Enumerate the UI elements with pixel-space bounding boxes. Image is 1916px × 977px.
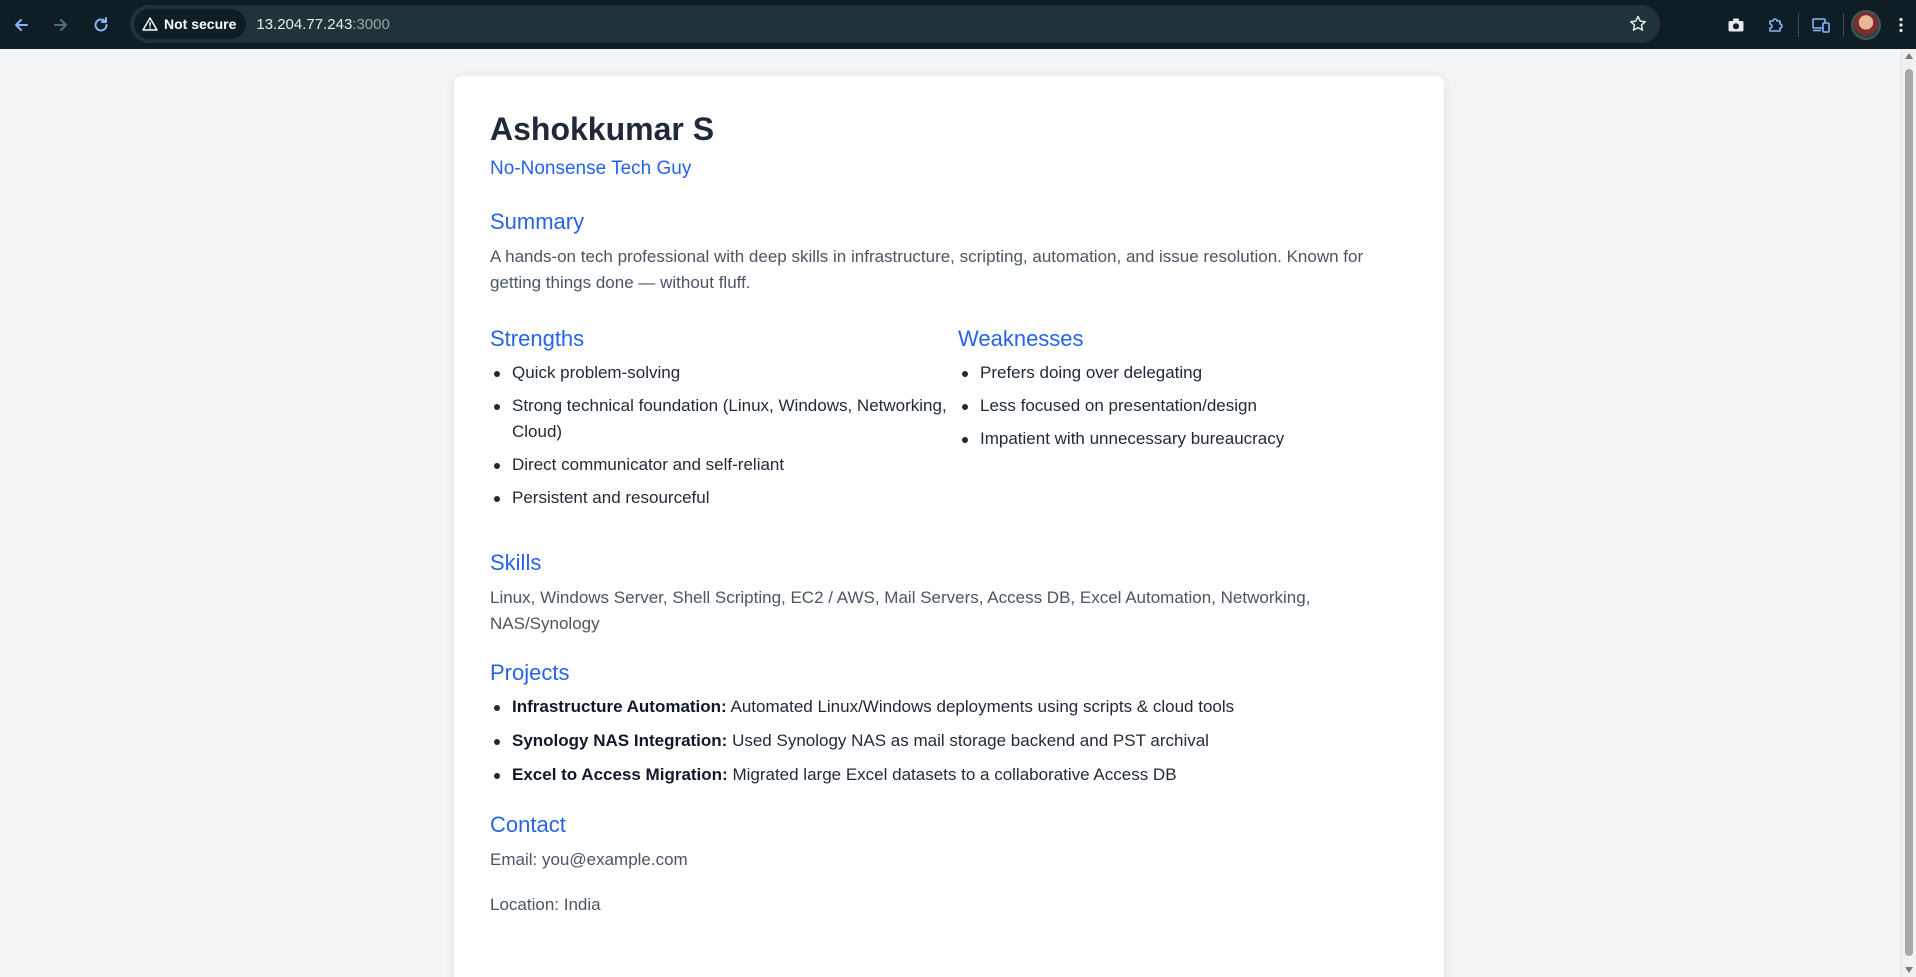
- url-port: :3000: [352, 15, 390, 33]
- project-item: Infrastructure Automation: Automated Lin…: [490, 694, 1408, 720]
- project-desc: Used Synology NAS as mail storage backen…: [727, 731, 1209, 751]
- reload-button[interactable]: [82, 6, 120, 44]
- projects-heading: Projects: [490, 660, 570, 686]
- reload-icon: [94, 16, 108, 31]
- extensions-button[interactable]: [1756, 5, 1796, 45]
- scroll-down-arrow[interactable]: [1905, 967, 1913, 973]
- resume-tagline: No-Nonsense Tech Guy: [490, 158, 692, 180]
- project-item: Synology NAS Integration: Used Synology …: [490, 728, 1408, 754]
- warning-triangle-icon: [142, 17, 158, 31]
- url-text[interactable]: 13.204.77.243:3000: [256, 16, 389, 33]
- devices-icon: [1812, 17, 1830, 33]
- security-label: Not secure: [164, 16, 237, 32]
- project-name: Synology NAS Integration:: [512, 731, 728, 751]
- project-item: Excel to Access Migration: Migrated larg…: [490, 762, 1408, 788]
- list-item: Strong technical foundation (Linux, Wind…: [490, 393, 958, 445]
- star-icon[interactable]: [1628, 14, 1648, 34]
- puzzle-icon: [1769, 17, 1783, 32]
- avatar: [1851, 9, 1881, 40]
- kebab-menu-icon: [1899, 17, 1903, 32]
- security-indicator[interactable]: Not secure: [134, 9, 247, 39]
- contact-email: Email: you@example.com: [490, 850, 688, 870]
- list-item: Direct communicator and self-reliant: [490, 452, 958, 478]
- back-button[interactable]: [2, 6, 40, 44]
- arrow-right-icon: [54, 18, 67, 31]
- cast-button[interactable]: [1801, 5, 1841, 45]
- weaknesses-list: Prefers doing over delegating Less focus…: [958, 360, 1408, 452]
- list-item: Prefers doing over delegating: [958, 360, 1408, 386]
- contact-location: Location: India: [490, 895, 601, 915]
- strengths-list: Quick problem-solving Strong technical f…: [490, 360, 958, 511]
- strengths-weaknesses: Strengths Quick problem-solving Strong t…: [490, 326, 1408, 518]
- list-item: Persistent and resourceful: [490, 485, 958, 511]
- toolbar-divider: [1798, 12, 1799, 37]
- browser-toolbar: Not secure 13.204.77.243:3000: [0, 0, 1916, 49]
- forward-button[interactable]: [42, 6, 80, 44]
- screenshot-button[interactable]: [1716, 5, 1756, 45]
- summary-text: A hands-on tech professional with deep s…: [490, 247, 1364, 293]
- page-scrollbar[interactable]: [1901, 49, 1916, 977]
- project-name: Excel to Access Migration:: [512, 765, 728, 785]
- project-desc: Automated Linux/Windows deployments usin…: [726, 697, 1235, 717]
- arrow-left-icon: [15, 18, 28, 31]
- menu-button[interactable]: [1886, 5, 1916, 45]
- project-name: Infrastructure Automation:: [512, 697, 727, 717]
- scroll-thumb[interactable]: [1905, 69, 1913, 956]
- list-item: Less focused on presentation/design: [958, 393, 1408, 419]
- camera-icon: [1728, 18, 1744, 31]
- resume-card: Ashokkumar S No-Nonsense Tech Guy Summar…: [454, 76, 1444, 977]
- skills-text: Linux, Windows Server, Shell Scripting, …: [490, 588, 1311, 634]
- toolbar-divider: [1843, 12, 1844, 37]
- toolbar-actions: [1716, 0, 1916, 49]
- profile-button[interactable]: [1846, 5, 1886, 45]
- list-item: Impatient with unnecessary bureaucracy: [958, 426, 1408, 452]
- url-host: 13.204.77.243: [256, 15, 353, 33]
- strengths-heading: Strengths: [490, 326, 585, 352]
- scroll-up-arrow[interactable]: [1905, 53, 1913, 59]
- weaknesses-heading: Weaknesses: [958, 326, 1084, 352]
- list-item: Quick problem-solving: [490, 360, 958, 386]
- project-desc: Migrated large Excel datasets to a colla…: [727, 765, 1177, 785]
- strengths-section: Strengths Quick problem-solving Strong t…: [490, 326, 958, 518]
- resume-name: Ashokkumar S: [490, 111, 715, 147]
- projects-list: Infrastructure Automation: Automated Lin…: [490, 694, 1408, 788]
- summary-heading: Summary: [490, 209, 585, 235]
- address-bar[interactable]: Not secure 13.204.77.243:3000: [130, 5, 1660, 43]
- contact-heading: Contact: [490, 812, 566, 838]
- skills-heading: Skills: [490, 550, 542, 576]
- weaknesses-section: Weaknesses Prefers doing over delegating…: [958, 326, 1408, 518]
